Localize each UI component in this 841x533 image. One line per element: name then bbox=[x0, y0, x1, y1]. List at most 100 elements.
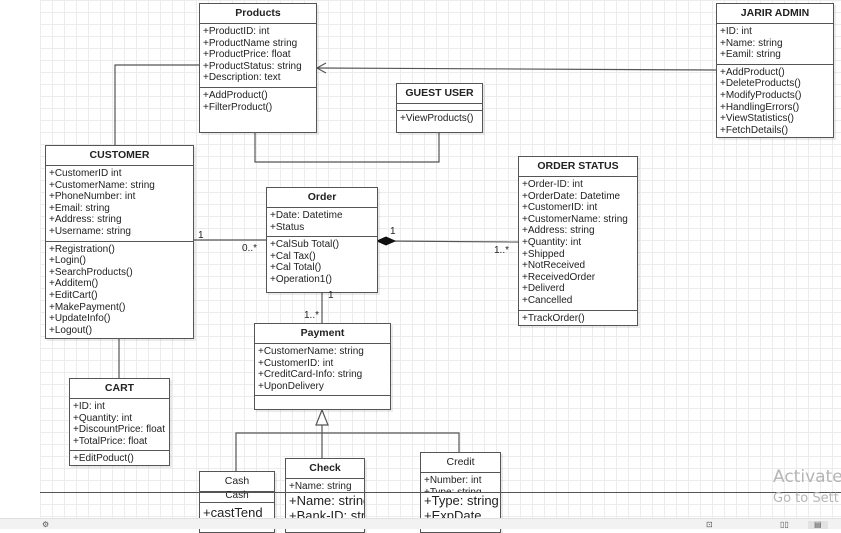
method: +ViewProducts() bbox=[400, 113, 474, 124]
method: +CalSub Total() bbox=[270, 239, 340, 251]
attribute: +CustomerName: string bbox=[522, 213, 628, 225]
attribute: +ProductName string bbox=[203, 37, 298, 49]
attribute: +ProductPrice: float bbox=[203, 49, 291, 61]
multiplicity-label: 1 bbox=[328, 290, 334, 301]
attribute: +Status bbox=[270, 221, 305, 233]
attribute: +Address: string bbox=[522, 225, 595, 237]
activation-watermark: Activate bbox=[773, 467, 841, 487]
method: +Logout() bbox=[49, 324, 93, 336]
method: +Login() bbox=[49, 255, 86, 267]
class-title: Cash bbox=[200, 472, 274, 492]
attributes: +Date: Datetime +Status bbox=[267, 208, 377, 238]
methods: +CalSub Total() +Cal Tax() +Cal Total() … bbox=[267, 237, 377, 288]
attribute: +Address: string bbox=[49, 214, 122, 226]
method: +EditPoduct() bbox=[73, 453, 134, 465]
class-jarir-admin[interactable]: JARIR ADMIN +ID: int +Name: string +Eami… bbox=[716, 3, 834, 138]
attribute: +Quantity: int bbox=[522, 236, 582, 248]
attribute: +ReceivedOrder bbox=[522, 271, 596, 283]
class-title: Order bbox=[267, 188, 377, 208]
attribute: +TotalPrice: float bbox=[73, 435, 148, 447]
class-order-status[interactable]: ORDER STATUS +Order-ID: int +OrderDate: … bbox=[518, 156, 638, 326]
method: +Cal Tax() bbox=[270, 250, 316, 262]
attribute: +CustomerName: string bbox=[258, 346, 364, 357]
method: +Registration() bbox=[49, 243, 115, 255]
attribute: +Cancelled bbox=[522, 294, 573, 306]
methods: +ViewProducts() bbox=[397, 111, 482, 128]
attribute: +Name: string bbox=[289, 481, 352, 492]
method: +ViewStatistics() bbox=[720, 113, 795, 125]
attributes: +ProductID: int +ProductName string +Pro… bbox=[200, 24, 316, 88]
class-title: Products bbox=[200, 4, 316, 24]
class-guest-user[interactable]: GUEST USER +ViewProducts() bbox=[396, 83, 483, 133]
attribute: +NotReceived bbox=[522, 260, 586, 272]
attribute: +CustomerID int bbox=[49, 168, 122, 179]
attributes: +CustomerID int +CustomerName: string +P… bbox=[46, 166, 193, 242]
attribute: +OrderDate: Datetime bbox=[522, 190, 621, 202]
method: +Additem() bbox=[49, 278, 99, 290]
method: +AddProduct() bbox=[203, 89, 268, 101]
class-title: CUSTOMER bbox=[46, 146, 193, 166]
method: +AddProduct() bbox=[720, 66, 785, 78]
class-title: JARIR ADMIN bbox=[717, 4, 833, 24]
attributes bbox=[397, 104, 482, 111]
method: +ModifyProducts() bbox=[720, 89, 802, 101]
method: +MakePayment() bbox=[49, 301, 126, 313]
multiplicity-label: 1 bbox=[390, 226, 396, 237]
attribute: +PhoneNumber: int bbox=[49, 191, 136, 203]
class-title: GUEST USER bbox=[397, 84, 482, 104]
divider-line bbox=[40, 492, 841, 493]
left-margin bbox=[0, 0, 40, 518]
attribute: +DiscountPrice: float bbox=[73, 424, 165, 436]
attributes: +ID: int +Name: string +Eamil: string bbox=[717, 24, 833, 65]
attribute: +Name: string bbox=[289, 492, 365, 508]
class-title: Check bbox=[286, 459, 364, 479]
attribute: +Quantity: int bbox=[73, 412, 133, 424]
attribute: +CustomerID: int bbox=[522, 202, 598, 214]
multiplicity-label: 1..* bbox=[494, 245, 510, 256]
attribute: +ProductID: int bbox=[203, 26, 270, 37]
method: +TrackOrder() bbox=[522, 312, 585, 324]
class-title: CART bbox=[70, 379, 169, 399]
multiplicity-label: 1 bbox=[198, 230, 204, 241]
attribute: +Email: string bbox=[49, 202, 110, 214]
method: +EditCart() bbox=[49, 289, 98, 301]
attribute: +Type: string bbox=[424, 492, 499, 508]
class-order[interactable]: Order +Date: Datetime +Status +CalSub To… bbox=[266, 187, 378, 293]
method: +Cal Total() bbox=[270, 262, 322, 274]
attribute: +Shipped bbox=[522, 248, 565, 260]
methods: +EditPoduct() bbox=[70, 451, 169, 468]
class-title: Payment bbox=[255, 324, 390, 344]
method: +HandlingErrors() bbox=[720, 101, 800, 113]
attributes: +Order-ID: int +OrderDate: Datetime +Cus… bbox=[519, 177, 637, 311]
class-payment[interactable]: Payment +CustomerName: string +CustomerI… bbox=[254, 323, 391, 410]
method: +SearchProducts() bbox=[49, 266, 133, 278]
class-title: Credit bbox=[421, 453, 500, 473]
attribute: +UponDelivery bbox=[258, 380, 324, 392]
attributes: +CustomerName: string +CustomerID: int +… bbox=[255, 344, 390, 397]
attribute: +CustomerName: string bbox=[49, 179, 155, 191]
attribute: +CreditCard-Info: string bbox=[258, 369, 363, 381]
methods: +AddProduct() +DeleteProducts() +ModifyP… bbox=[717, 65, 833, 140]
attribute: +Eamil: string bbox=[720, 49, 781, 61]
methods: +AddProduct() +FilterProduct() bbox=[200, 88, 316, 116]
ghost-title: Cash bbox=[200, 491, 274, 503]
method: +FetchDetails() bbox=[720, 124, 789, 136]
method: +DeleteProducts() bbox=[720, 78, 801, 90]
class-customer[interactable]: CUSTOMER +CustomerID int +CustomerName: … bbox=[45, 145, 194, 339]
class-products[interactable]: Products +ProductID: int +ProductName st… bbox=[199, 3, 317, 133]
method: +Operation1() bbox=[270, 273, 332, 285]
attribute: +ProductStatus: string bbox=[203, 60, 302, 72]
status-bar: ⚙ ⊡ ▯▯ ▤ bbox=[0, 518, 841, 529]
attribute: +Number: int bbox=[424, 475, 482, 486]
attribute: +Name: string bbox=[720, 37, 783, 49]
multiplicity-label: 1..* bbox=[304, 310, 320, 321]
class-title: ORDER STATUS bbox=[519, 157, 637, 177]
attribute: +Deliverd bbox=[522, 283, 565, 295]
attribute: +ID: int bbox=[720, 26, 752, 37]
attribute: +CustomerID: int bbox=[258, 357, 334, 369]
class-cart[interactable]: CART +ID: int +Quantity: int +DiscountPr… bbox=[69, 378, 170, 466]
attribute: +ID: int bbox=[73, 401, 105, 412]
activation-watermark-sub: Go to Sett bbox=[773, 491, 839, 506]
attribute: +Date: Datetime bbox=[270, 210, 343, 221]
attribute: +Username: string bbox=[49, 225, 131, 237]
